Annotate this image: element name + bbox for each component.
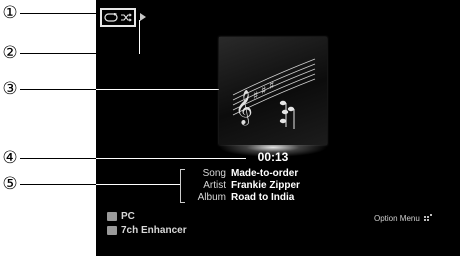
callout-2: ② (2, 42, 18, 63)
callout-1: ① (2, 2, 18, 23)
input-source-label: PC (121, 210, 135, 222)
leader-line-4-outside (20, 158, 96, 159)
info-bracket (180, 169, 185, 203)
option-menu-label: Option Menu (374, 213, 420, 223)
callout-3: ③ (2, 78, 18, 99)
info-label: Song (202, 168, 226, 179)
leader-line-1 (20, 13, 100, 14)
svg-text:♯: ♯ (261, 84, 266, 97)
repeat-shuffle-status (100, 8, 136, 27)
shuffle-icon (120, 9, 132, 27)
callout-4: ④ (2, 147, 18, 168)
leader-line-2 (20, 53, 140, 54)
elapsed-time: 00:13 (257, 150, 289, 164)
repeat-icon (104, 9, 118, 27)
dsp-icon (107, 225, 117, 235)
svg-text:♯: ♯ (269, 79, 274, 92)
play-icon (140, 13, 146, 21)
svg-text:♯: ♯ (253, 89, 258, 102)
callout-5: ⑤ (2, 173, 18, 194)
option-menu[interactable]: Option Menu (374, 213, 433, 223)
option-icon (423, 213, 433, 223)
artist-name: Frankie Zipper (231, 180, 300, 191)
svg-text:𝄞: 𝄞 (235, 90, 253, 126)
dsp-program: 7ch Enhancer (107, 224, 187, 236)
info-label: Album (197, 192, 226, 203)
input-source: PC (107, 210, 135, 222)
leader-line-5-outside (20, 184, 96, 185)
info-label: Artist (203, 180, 226, 191)
album-art: 𝄞 ♯ ♯ ♯ (219, 37, 327, 145)
leader-line-3-outside (20, 89, 96, 90)
album-name: Road to India (231, 192, 295, 203)
song-title: Made-to-order (231, 168, 299, 179)
leader-line-2-vertical (139, 20, 140, 54)
dsp-program-label: 7ch Enhancer (121, 224, 187, 236)
input-icon (107, 211, 117, 221)
